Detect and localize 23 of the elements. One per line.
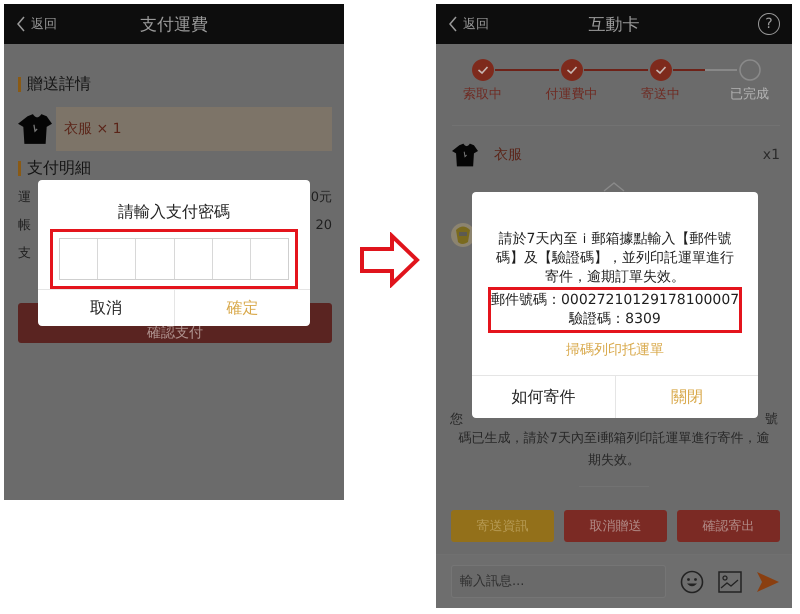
step-label: 已完成	[730, 86, 769, 103]
message-text: 您	[450, 411, 463, 428]
row-label: 帳	[18, 217, 31, 234]
item-name: 衣服	[494, 146, 522, 164]
row-value: 20	[315, 218, 332, 232]
row-label: 運	[18, 189, 31, 206]
step-label: 付運費中	[546, 86, 598, 103]
dialog-title: 請輸入支付密碼	[117, 202, 231, 223]
step-label: 索取中	[463, 86, 502, 103]
section-title: 支付明細	[27, 159, 91, 177]
step-label: 寄送中	[641, 86, 680, 103]
item-name: 衣服 × 1	[64, 120, 122, 138]
screen-title: 支付運費	[139, 14, 209, 36]
code-text: 驗證碼：8309	[568, 310, 662, 329]
code-text: 郵件號碼：00027210129178100007	[491, 291, 739, 310]
section-title: 贈送詳情	[27, 74, 91, 95]
message-text: 號	[765, 411, 778, 428]
message-text: 碼已生成，請於7天內至i郵箱列印託運單進行寄件，逾期失效。	[458, 430, 770, 470]
screen-title: 互動卡	[588, 14, 640, 36]
row-value: 0元	[310, 189, 332, 206]
row-label: 支	[18, 245, 31, 262]
item-quantity: x1	[762, 147, 780, 163]
dialog-message: 請於7天內至ｉ郵箱據點輸入【郵件號碼】及【驗證碼】，並列印託運單進行寄件，逾期訂單失效。	[495, 230, 735, 287]
